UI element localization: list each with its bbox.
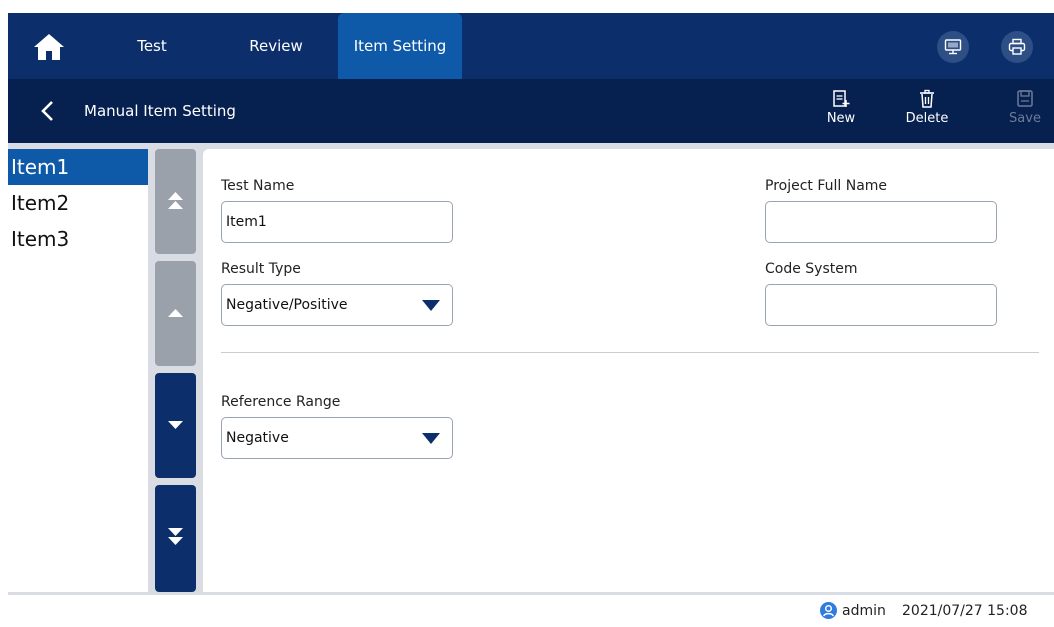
tab-test[interactable]: Test — [108, 13, 196, 79]
lis-monitor-icon[interactable] — [937, 31, 969, 63]
reference-range-select[interactable]: Negative — [221, 417, 453, 459]
down-arrow-icon — [168, 421, 183, 429]
app-window: Test Review Item Setting Manual Item Set… — [8, 13, 1054, 627]
double-down-icon — [168, 528, 183, 545]
status-bar: admin 2021/07/27 15:08 — [8, 595, 1054, 627]
tab-review[interactable]: Review — [222, 13, 330, 79]
tab-item-setting[interactable]: Item Setting — [338, 13, 462, 79]
printer-icon[interactable] — [1001, 31, 1033, 63]
result-type-value: Negative/Positive — [226, 297, 348, 313]
item-list: Item1 Item2 Item3 — [8, 149, 148, 592]
dropdown-caret-icon — [422, 300, 440, 311]
back-icon[interactable] — [38, 99, 58, 123]
scroll-top-button[interactable] — [155, 149, 196, 254]
scroll-down-button[interactable] — [155, 373, 196, 478]
dropdown-caret-icon — [422, 433, 440, 444]
save-icon — [1017, 90, 1033, 107]
result-type-select[interactable]: Negative/Positive — [221, 284, 453, 326]
list-item[interactable]: Item1 — [8, 149, 148, 185]
up-arrow-icon — [168, 309, 183, 317]
item-settings-form: Test Name Item1 Project Full Name Result… — [203, 149, 1054, 592]
save-label: Save — [1009, 111, 1041, 126]
sub-header: Manual Item Setting New Delete Save — [8, 79, 1054, 143]
result-type-label: Result Type — [221, 261, 301, 277]
section-divider — [221, 352, 1039, 353]
new-button[interactable]: New — [814, 89, 868, 135]
list-item[interactable]: Item3 — [8, 221, 148, 257]
save-button[interactable]: Save — [998, 89, 1052, 135]
test-name-label: Test Name — [221, 178, 295, 194]
scroll-bottom-button[interactable] — [155, 485, 196, 592]
code-system-input[interactable] — [765, 284, 997, 326]
home-icon[interactable] — [32, 32, 66, 62]
double-up-icon — [168, 192, 183, 209]
delete-button[interactable]: Delete — [900, 89, 954, 135]
project-full-name-input[interactable] — [765, 201, 997, 243]
test-name-input[interactable]: Item1 — [221, 201, 453, 243]
top-nav: Test Review Item Setting — [8, 13, 1054, 79]
current-user: admin — [842, 603, 886, 619]
new-document-icon — [833, 90, 850, 107]
trash-icon — [920, 89, 934, 108]
reference-range-value: Negative — [226, 430, 289, 446]
scroll-up-button[interactable] — [155, 261, 196, 366]
new-label: New — [826, 111, 856, 126]
reference-range-label: Reference Range — [221, 394, 341, 410]
date-time: 2021/07/27 15:08 — [902, 603, 1028, 619]
code-system-label: Code System — [765, 261, 858, 277]
delete-label: Delete — [905, 111, 949, 126]
list-item[interactable]: Item2 — [8, 185, 148, 221]
user-icon — [820, 602, 837, 619]
page-title: Manual Item Setting — [84, 102, 236, 120]
project-full-name-label: Project Full Name — [765, 178, 888, 194]
